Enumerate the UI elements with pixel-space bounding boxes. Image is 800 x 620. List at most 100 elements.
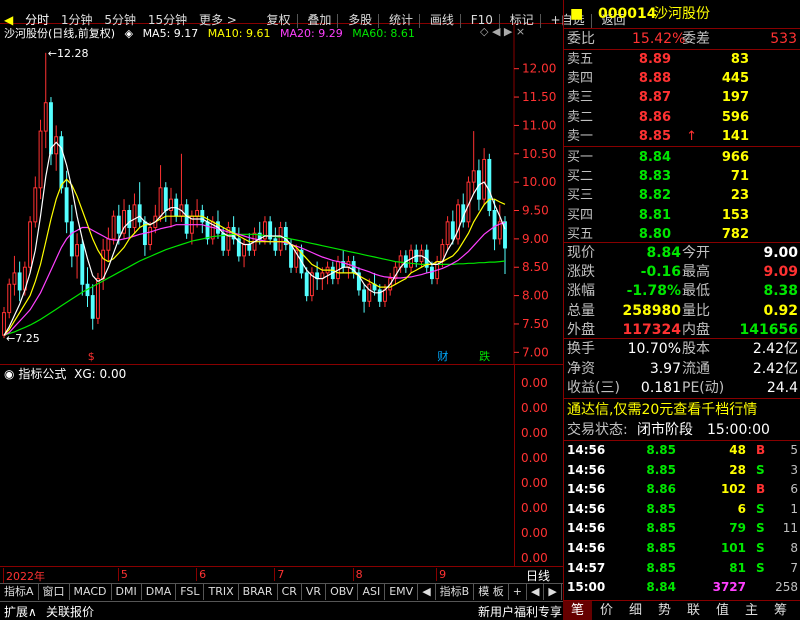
tab-dma[interactable]: DMA — [142, 584, 177, 600]
level-price: 8.86 — [638, 109, 671, 125]
tick-row[interactable]: 14:56 8.85 101 S 8 — [564, 539, 800, 558]
tick-price: 8.84 — [646, 580, 676, 595]
candle — [278, 221, 283, 256]
order-book-row[interactable]: 卖二 8.86 596 — [564, 108, 800, 127]
level-label: 卖五 — [567, 52, 594, 67]
stat-value: 0.92 — [763, 302, 798, 319]
tick-count: 7 — [790, 560, 798, 575]
weicha-value: 533 — [770, 31, 797, 47]
order-book-row[interactable]: 卖四 8.88 445 — [564, 69, 800, 88]
indicator-axis: 0.00 0.00 0.00 0.00 0.00 0.00 0.00 0.00 — [514, 364, 563, 566]
y-tick-label: 7.00 — [522, 345, 549, 359]
right-nav: 笔价细势联值主筹 — [563, 600, 800, 620]
candle — [28, 216, 33, 273]
tab-emv[interactable]: EMV — [385, 584, 419, 600]
tab-cr[interactable]: CR — [278, 584, 302, 600]
indicator-tick-label: 0.00 — [521, 476, 548, 490]
ma20-label: MA20: 9.29 — [280, 27, 343, 40]
indicator-name[interactable]: 指标公式 — [18, 367, 66, 381]
promo-text[interactable]: 通达信,仅需20元查看千档行情 — [567, 401, 757, 420]
tick-row[interactable]: 14:57 8.85 81 S 7 — [564, 559, 800, 578]
tick-time: 14:56 — [567, 462, 606, 477]
tab-window[interactable]: 窗口 — [39, 584, 70, 600]
tab-indicator-a[interactable]: 指标A — [0, 584, 39, 600]
stat-value: 2.42亿 — [752, 341, 798, 357]
expand-button[interactable]: 扩展∧ — [4, 603, 37, 620]
indicator-header: ◉ 指标公式 XG: 0.00 — [4, 365, 126, 382]
tab-macd[interactable]: MACD — [70, 584, 112, 600]
candle — [54, 125, 59, 171]
level-label: 买二 — [567, 169, 594, 185]
order-book-row[interactable]: 卖三 8.87 197 — [564, 88, 800, 107]
chart-legend: 沙河股份(日线,前复权) ◈ MA5: 9.17 MA10: 9.61 MA20… — [4, 25, 421, 41]
nav-chips[interactable]: 筹 — [766, 601, 795, 620]
tick-row[interactable]: 14:56 8.85 6 S 1 — [564, 500, 800, 519]
nav-price[interactable]: 价 — [592, 601, 621, 620]
tick-side: B — [756, 482, 766, 497]
trade-status-row: 交易状态: 闭市阶段 15:00:00 — [564, 421, 800, 440]
candlestick-chart[interactable]: 7.00 7.50 8.00 8.50 9.00 9.50 10.00 10.50 11.00 1… — [0, 24, 563, 364]
add-tab-icon[interactable]: + — [509, 584, 527, 600]
nav-value[interactable]: 值 — [708, 601, 737, 620]
tab-template[interactable]: 模 板 — [474, 584, 509, 600]
order-book-row[interactable]: 卖五 8.89 83 — [564, 50, 800, 69]
tick-side: S — [756, 501, 765, 516]
indicator-dropdown-icon[interactable]: ◉ — [4, 367, 14, 381]
tab-dmi[interactable]: DMI — [112, 584, 142, 600]
stat-value: 2.42亿 — [752, 360, 798, 377]
tick-row[interactable]: 14:56 8.85 79 S 11 — [564, 519, 800, 538]
tab-fsl[interactable]: FSL — [176, 584, 205, 600]
promo-link[interactable]: 新用户福利专享 — [478, 603, 562, 620]
app-window: { "toolbar":{"tabs":["分时","1分钟","5分钟","1… — [0, 0, 800, 620]
stat-value: 24.4 — [766, 380, 798, 396]
level-price: 8.89 — [638, 52, 671, 67]
order-book-row[interactable]: 买三 8.82 23 — [564, 186, 800, 205]
candle — [445, 216, 450, 251]
tick-row[interactable]: 14:56 8.85 28 S 3 — [564, 461, 800, 480]
tick-time: 14:56 — [567, 443, 606, 457]
tab-obv[interactable]: OBV — [326, 584, 359, 600]
order-book-row[interactable]: 卖一 8.85 141 ↑ — [564, 127, 800, 146]
level-volume: 966 — [721, 150, 749, 165]
promo-row[interactable]: 通达信,仅需20元查看千档行情 — [564, 401, 800, 420]
stat-value: 8.38 — [763, 283, 798, 300]
y-tick-label: 7.50 — [522, 317, 549, 331]
period-label[interactable]: 日线 — [526, 567, 550, 584]
prev-arrow-icon[interactable]: ◀ — [527, 584, 545, 600]
nav-trend[interactable]: 势 — [650, 601, 679, 620]
candle — [309, 267, 314, 302]
next-arrow-icon[interactable]: ▶ — [544, 584, 562, 600]
tick-row[interactable]: 15:00 8.84 3727 258 — [564, 578, 800, 597]
indicator-tick-label: 0.00 — [521, 451, 548, 465]
nav-detail[interactable]: 细 — [621, 601, 650, 620]
y-tick-label: 11.00 — [522, 118, 556, 132]
tab-scroll-left-icon[interactable]: ◀ — [418, 584, 436, 600]
tick-row[interactable]: 14:56 8.86 102 B 6 — [564, 480, 800, 499]
tab-brar[interactable]: BRAR — [239, 584, 278, 600]
chart-settings-icon[interactable]: ◈ — [125, 27, 133, 40]
tab-asi[interactable]: ASI — [358, 584, 386, 600]
up-arrow-icon: ↑ — [686, 128, 697, 144]
order-book-row[interactable]: 买一 8.84 966 — [564, 148, 800, 167]
nav-trades[interactable]: 笔 — [563, 601, 592, 620]
tick-row[interactable]: 14:56 8.85 48 B 5 — [564, 441, 800, 460]
order-book-row[interactable]: 买四 8.81 153 — [564, 206, 800, 225]
tick-price: 8.86 — [646, 482, 676, 497]
tick-volume: 81 — [729, 560, 746, 575]
order-book-row[interactable]: 买二 8.83 71 — [564, 167, 800, 186]
tab-indicator-b[interactable]: 指标B — [436, 584, 475, 600]
nav-related[interactable]: 联 — [679, 601, 708, 620]
divider — [564, 146, 800, 147]
tab-vr[interactable]: VR — [302, 584, 327, 600]
nav-main[interactable]: 主 — [737, 601, 766, 620]
stock-name: 沙河股份 — [654, 6, 710, 22]
tab-trix[interactable]: TRIX — [204, 584, 239, 600]
candle — [137, 182, 142, 228]
y-tick-label: 8.50 — [522, 260, 549, 274]
chart-nav-icons[interactable]: ◇ ◀ ▶ × — [480, 25, 525, 38]
tick-price: 8.85 — [646, 521, 676, 536]
indicator-value: XG: 0.00 — [74, 367, 127, 381]
related-quote-button[interactable]: 关联报价 — [46, 603, 94, 620]
candle — [325, 261, 330, 285]
order-book-row[interactable]: 买五 8.80 782 — [564, 225, 800, 244]
